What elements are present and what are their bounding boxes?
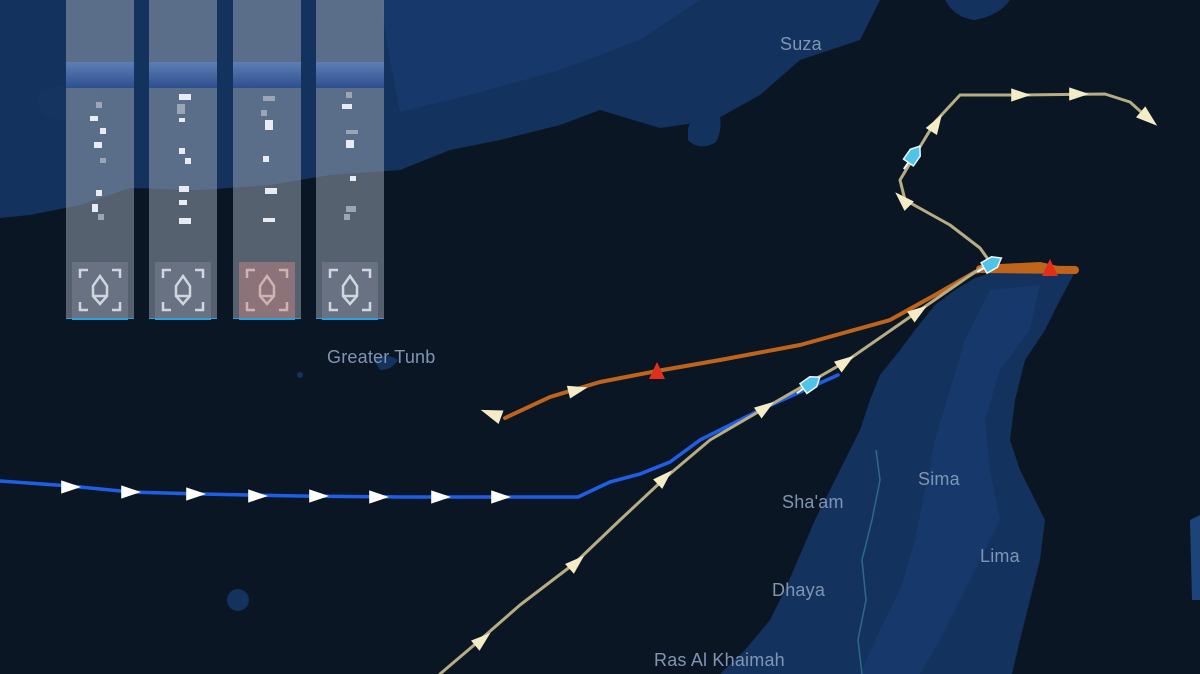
panel-header-band: [149, 62, 217, 88]
redacted-info-pixel: [179, 186, 189, 192]
ship-locate-icon: [159, 266, 207, 314]
redacted-info-pixel: [346, 206, 356, 212]
redacted-info-pixel: [342, 104, 352, 109]
place-label-lima: Lima: [980, 546, 1020, 567]
redacted-info-pixel: [94, 142, 102, 148]
redacted-info-pixel: [350, 176, 356, 181]
redacted-info-pixel: [185, 158, 191, 164]
redacted-info-pixel: [263, 156, 269, 162]
panel-header-band: [66, 62, 134, 88]
place-label-shaam: Sha'am: [782, 492, 844, 513]
redacted-info-pixel: [346, 92, 352, 98]
redacted-info-pixel: [177, 104, 185, 114]
redacted-info-pixel: [179, 148, 185, 154]
redacted-info-pixel: [92, 204, 98, 212]
redacted-info-pixel: [346, 140, 354, 148]
ship-locate-icon: [326, 266, 374, 314]
panel-header-band: [233, 62, 301, 88]
ship-locate-icon: [243, 266, 291, 314]
panel-header-band: [316, 62, 384, 88]
vessel-panel-3[interactable]: [233, 0, 301, 318]
island-small-1: [227, 589, 249, 611]
redacted-info-pixel: [344, 214, 350, 220]
redacted-info-pixel: [98, 214, 104, 220]
place-label-ras-al-khaimah: Ras Al Khaimah: [654, 650, 785, 671]
redacted-info-pixel: [179, 218, 191, 224]
vessel-panel-2[interactable]: [149, 0, 217, 318]
redacted-info-pixel: [179, 200, 187, 205]
place-label-suza: Suza: [780, 34, 822, 55]
redacted-info-pixel: [263, 218, 275, 222]
redacted-info-pixel: [100, 158, 106, 163]
vessel-panel-1[interactable]: [66, 0, 134, 318]
locate-vessel-button[interactable]: [155, 262, 211, 320]
redacted-info-pixel: [100, 128, 106, 134]
place-label-dhaya: Dhaya: [772, 580, 825, 601]
ship-locate-icon: [76, 266, 124, 314]
redacted-info-pixel: [261, 110, 267, 116]
redacted-info-pixel: [263, 96, 275, 101]
redacted-info-pixel: [90, 116, 98, 121]
locate-vessel-button[interactable]: [239, 262, 295, 320]
redacted-info-pixel: [179, 118, 185, 122]
redacted-info-pixel: [265, 120, 273, 130]
redacted-info-pixel: [96, 190, 102, 196]
locate-vessel-button[interactable]: [322, 262, 378, 320]
locate-vessel-button[interactable]: [72, 262, 128, 320]
redacted-info-pixel: [179, 94, 191, 100]
redacted-info-pixel: [265, 188, 277, 194]
island-tiny: [297, 372, 303, 378]
redacted-info-pixel: [346, 130, 358, 134]
place-label-sima: Sima: [918, 469, 960, 490]
vessel-panel-4[interactable]: [316, 0, 384, 318]
redacted-info-pixel: [96, 102, 102, 108]
place-label-greater-tunb: Greater Tunb: [327, 347, 435, 368]
